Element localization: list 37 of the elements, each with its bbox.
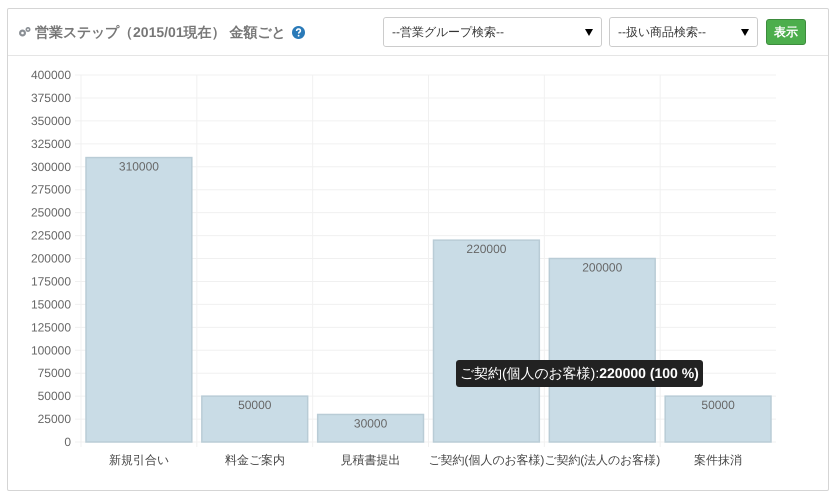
y-tick-label: 375000 (30, 90, 71, 105)
y-tick-label: 175000 (30, 274, 71, 288)
y-tick-label: 400000 (30, 68, 71, 82)
y-tick-label: 100000 (30, 343, 71, 358)
gears-icon (18, 26, 31, 38)
y-tick-label: 0 (64, 435, 71, 449)
y-tick-label: 225000 (30, 228, 71, 243)
tooltip: ご契約(個人のお客様):220000 (100 %) (456, 360, 703, 387)
caret-icon (741, 28, 749, 36)
bar-value-label: 310000 (118, 160, 159, 174)
y-tick-label: 350000 (30, 114, 71, 128)
y-tick-label: 275000 (30, 182, 71, 197)
y-tick-label: 50000 (38, 389, 71, 404)
y-tick-label: 25000 (38, 412, 71, 426)
product-select[interactable]: --扱い商品検索-- (609, 17, 758, 47)
category-label: 新規引合い (108, 453, 169, 467)
y-tick-label: 200000 (30, 252, 71, 266)
caret-icon (585, 28, 593, 36)
y-tick-label: 125000 (30, 320, 71, 334)
bar-value-label: 200000 (582, 260, 622, 274)
category-label: 料金ご案内 (224, 453, 285, 467)
y-tick-label: 300000 (30, 160, 71, 174)
panel-title: 営業ステップ（2015/01現在） 金額ごと (35, 22, 286, 42)
y-tick-label: 150000 (30, 297, 71, 312)
category-label: ご契約(個人のお客様) (428, 453, 544, 467)
category-label: ご契約(法人のお客様) (544, 453, 660, 467)
group-select[interactable]: --営業グループ検索-- (383, 17, 602, 47)
bar-value-label: 30000 (354, 416, 388, 430)
category-label: 見積書提出 (340, 453, 401, 467)
help-icon[interactable] (292, 26, 304, 38)
y-tick-label: 325000 (30, 136, 71, 151)
category-label: 案件抹消 (694, 453, 742, 467)
y-tick-label: 75000 (38, 366, 71, 380)
bar-value-label: 50000 (701, 398, 735, 412)
bar-value-label: 220000 (466, 242, 506, 256)
bar-value-label: 50000 (238, 398, 272, 412)
y-tick-label: 250000 (30, 206, 71, 220)
